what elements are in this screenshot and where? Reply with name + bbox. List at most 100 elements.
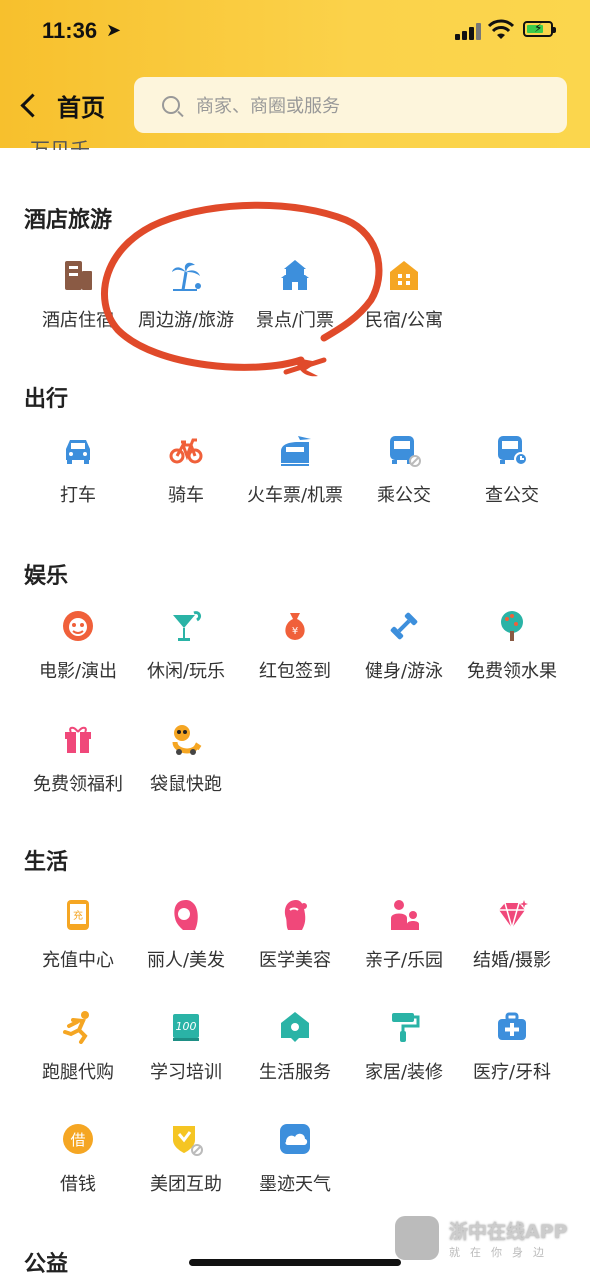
woman-hair-icon — [174, 900, 198, 930]
item-label: 周边游/旅游 — [137, 310, 235, 331]
item-label: 打车 — [60, 485, 96, 506]
bus-icon — [390, 436, 421, 467]
item-label: 结婚/摄影 — [472, 950, 552, 971]
item-bus[interactable]: 乘公交 — [350, 433, 458, 507]
cocktail-icon — [173, 611, 202, 641]
weather-icon — [280, 1124, 310, 1154]
bicycle-icon — [169, 438, 203, 464]
home-pin-icon — [281, 1012, 309, 1042]
palm-tree-icon — [172, 262, 201, 291]
chevron-left-icon — [20, 92, 45, 118]
search-icon — [162, 96, 180, 114]
item-label: 酒店住宿 — [42, 310, 114, 331]
item-label: 医疗/牙科 — [472, 1062, 552, 1083]
shield-icon — [173, 1126, 203, 1156]
watermark-sub: 就在你身边 — [449, 1245, 554, 1259]
item-free-fruit[interactable]: 免费领水果 — [458, 609, 566, 683]
svg-text:充: 充 — [73, 909, 83, 922]
item-taxi[interactable]: 打车 — [24, 433, 132, 507]
item-hotel[interactable]: 酒店住宿 — [24, 258, 132, 332]
svg-text:100: 100 — [176, 1020, 197, 1033]
item-label: 火车票/机票 — [246, 485, 344, 506]
item-label: 红包签到 — [259, 661, 331, 682]
item-beauty-hair[interactable]: 丽人/美发 — [132, 898, 240, 972]
item-label: 亲子/乐园 — [364, 950, 444, 971]
item-homestay[interactable]: 民宿/公寓 — [350, 258, 458, 332]
temple-icon — [281, 260, 309, 290]
item-med-beauty[interactable]: 医学美容 — [241, 898, 349, 972]
face-profile-icon — [284, 900, 307, 930]
home-indicator[interactable] — [189, 1259, 401, 1266]
bus-clock-icon — [498, 436, 528, 466]
item-home-decor[interactable]: 家居/装修 — [350, 1010, 458, 1084]
signal-icon — [455, 22, 483, 40]
dumbbell-icon — [390, 612, 418, 640]
car-icon — [66, 440, 90, 464]
paint-roller-icon — [392, 1013, 420, 1042]
svg-text:¥: ¥ — [292, 626, 298, 637]
item-weather[interactable]: 墨迹天气 — [241, 1122, 349, 1196]
item-label: 学习培训 — [150, 1062, 222, 1083]
item-recharge[interactable]: 充 充值中心 — [24, 898, 132, 972]
item-leisure[interactable]: 休闲/玩乐 — [132, 609, 240, 683]
hotel-icon — [65, 261, 92, 290]
diamond-icon — [499, 900, 528, 931]
item-bike[interactable]: 骑车 — [132, 433, 240, 507]
item-parent-child[interactable]: 亲子/乐园 — [350, 898, 458, 972]
item-label: 电影/演出 — [38, 661, 118, 682]
fruit-tree-icon — [501, 611, 523, 641]
apartment-icon — [390, 261, 418, 290]
status-time: 11:36 — [42, 18, 98, 43]
item-mutual-aid[interactable]: 美团互助 — [132, 1122, 240, 1196]
item-label: 景点/门票 — [255, 310, 335, 331]
medical-kit-icon — [498, 1012, 526, 1040]
item-fitness[interactable]: 健身/游泳 — [350, 609, 458, 683]
score-book-icon: 100 — [173, 1014, 199, 1041]
svg-text:借: 借 — [70, 1131, 85, 1149]
item-attractions[interactable]: 景点/门票 — [241, 258, 349, 332]
watermark-logo-icon — [395, 1216, 439, 1260]
movie-face-icon — [63, 611, 93, 641]
item-movie[interactable]: 电影/演出 — [24, 609, 132, 683]
borrow-icon: 借 — [63, 1124, 93, 1154]
item-red-packet[interactable]: ¥ 红包签到 — [241, 609, 349, 683]
item-label: 医学美容 — [259, 950, 331, 971]
section-title-travel: 出行 — [24, 387, 69, 412]
battery-icon: ⚡ — [523, 21, 556, 37]
item-bus-query[interactable]: 查公交 — [458, 433, 566, 507]
item-label: 免费领福利 — [33, 774, 123, 795]
item-label: 健身/游泳 — [364, 661, 444, 682]
phone-recharge-icon: 充 — [67, 900, 89, 930]
back-button[interactable]: 首页 — [20, 85, 105, 125]
watermark-main: 浙中在线APP — [449, 1220, 568, 1243]
item-label: 免费领水果 — [467, 661, 557, 682]
train-plane-icon — [281, 436, 311, 466]
item-life-service[interactable]: 生活服务 — [241, 1010, 349, 1084]
item-label: 家居/装修 — [364, 1062, 444, 1083]
item-train-flight[interactable]: 火车票/机票 — [241, 433, 349, 507]
item-label: 借钱 — [60, 1174, 96, 1195]
kangaroo-icon — [172, 725, 202, 755]
search-placeholder: 商家、商圈或服务 — [196, 96, 340, 117]
item-label: 墨迹天气 — [259, 1174, 331, 1195]
cutoff-text: 万贝千 — [30, 138, 90, 150]
item-label: 休闲/玩乐 — [146, 661, 226, 682]
item-study[interactable]: 100 学习培训 — [132, 1010, 240, 1084]
section-title-fun: 娱乐 — [24, 564, 69, 589]
item-loan[interactable]: 借 借钱 — [24, 1122, 132, 1196]
item-kangaroo-run[interactable]: 袋鼠快跑 — [132, 722, 240, 796]
item-label: 查公交 — [485, 485, 539, 506]
item-label: 骑车 — [168, 485, 204, 506]
item-label: 袋鼠快跑 — [150, 774, 222, 795]
item-label: 民宿/公寓 — [364, 310, 444, 331]
item-wedding[interactable]: 结婚/摄影 — [458, 898, 566, 972]
item-medical[interactable]: 医疗/牙科 — [458, 1010, 566, 1084]
running-man-icon — [63, 1011, 89, 1044]
watermark: 浙中在线APP 就在你身边 — [395, 1216, 568, 1260]
item-nearby-travel[interactable]: 周边游/旅游 — [132, 258, 240, 332]
item-label: 生活服务 — [259, 1062, 331, 1083]
header-bar: 11:36 ➤ ⚡ 首页 商家、商圈或服务 — [0, 0, 590, 148]
item-free-welfare[interactable]: 免费领福利 — [24, 722, 132, 796]
search-input[interactable]: 商家、商圈或服务 — [134, 77, 567, 133]
item-errand[interactable]: 跑腿代购 — [24, 1010, 132, 1084]
